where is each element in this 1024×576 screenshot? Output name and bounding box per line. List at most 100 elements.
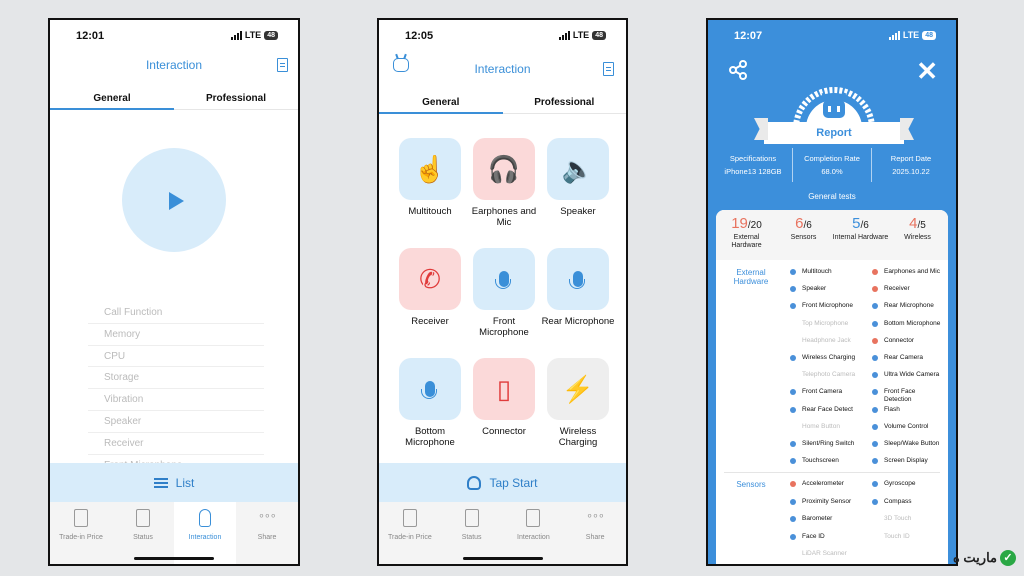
signal-bars-icon	[558, 30, 570, 40]
microphone-icon	[399, 358, 461, 420]
signal-indicator: LTE 48	[888, 30, 936, 40]
test-label: Front Microphone	[479, 316, 529, 338]
close-icon[interactable]: ✕	[916, 56, 938, 87]
score-total: /5	[917, 220, 926, 231]
status-dot-icon	[790, 458, 796, 465]
test-result-item: Top Microphone	[790, 320, 872, 337]
test-connector[interactable]: ▯ Connector	[467, 358, 541, 448]
test-result-item: Speaker	[790, 285, 872, 302]
status-dot-icon	[790, 424, 796, 430]
score-got: 6	[795, 215, 804, 232]
home-indicator	[134, 557, 214, 560]
list-item[interactable]: Receiver	[88, 433, 264, 455]
report-ribbon: Report	[764, 122, 904, 144]
more-icon	[258, 509, 276, 527]
test-result-item: Front Face Detection	[872, 388, 944, 405]
more-icon	[586, 509, 604, 527]
test-result-item: Connector	[872, 337, 944, 354]
test-label: Speaker	[560, 206, 596, 217]
tabbar-item-status[interactable]: Status	[112, 502, 174, 564]
list-item[interactable]: CPU	[88, 346, 264, 368]
score-label: Sensors	[790, 234, 817, 241]
test-result-name: Sleep/Wake Button	[884, 439, 940, 447]
list-item[interactable]: Vibration	[88, 389, 264, 411]
test-label: Rear Microphone	[541, 316, 615, 327]
tap-icon	[467, 476, 482, 490]
tabbar-item-interaction[interactable]: Interaction	[174, 502, 236, 564]
check-icon: ✓	[1000, 550, 1016, 566]
spec-cell: Specifications iPhone13 128GB	[714, 148, 792, 182]
test-result-item: 3D Touch	[872, 515, 944, 533]
date-label: Report Date	[890, 154, 932, 163]
test-rear-microphone[interactable]: Rear Microphone	[541, 248, 615, 338]
tabbar-item-interaction[interactable]: Interaction	[503, 502, 565, 564]
score-total: /20	[747, 220, 762, 231]
test-speaker[interactable]: 🔈 Speaker	[541, 138, 615, 228]
watermark-logo: ماریت ه ✓	[953, 550, 1016, 566]
tab-professional[interactable]: Professional	[503, 94, 627, 113]
tab-general[interactable]: General	[379, 94, 503, 114]
list-item[interactable]: Speaker	[88, 411, 264, 433]
tab-general[interactable]: General	[50, 90, 174, 110]
score-label: Internal Hardware	[832, 234, 889, 241]
play-button[interactable]	[122, 148, 226, 252]
test-result-name: Barometer	[802, 515, 833, 522]
test-result-name: Ultra Wide Camera	[884, 371, 940, 379]
test-result-item: Home Button	[790, 423, 872, 440]
price-tag-icon	[402, 509, 417, 527]
status-dot-icon	[790, 269, 796, 275]
document-icon[interactable]	[277, 58, 288, 72]
tabbar-item-share[interactable]: Share	[236, 502, 298, 564]
test-label: Multitouch	[408, 206, 452, 217]
section-label: External Hardware	[733, 268, 769, 286]
status-dot-icon	[872, 498, 878, 505]
tabbar-label: Interaction	[188, 534, 222, 541]
status-dot-icon	[790, 498, 796, 505]
tab-professional[interactable]: Professional	[174, 90, 298, 109]
phone-screen-general-grid: 12:05 LTE 48 Interaction General Professi…	[377, 18, 628, 566]
list-item[interactable]: Memory	[88, 324, 264, 346]
test-result-item: Front Microphone	[790, 302, 872, 319]
status-dot-icon	[790, 303, 796, 310]
test-front-microphone[interactable]: Front Microphone	[467, 248, 541, 338]
touch-icon	[526, 509, 541, 527]
tabbar-label: Share	[585, 534, 605, 541]
test-receiver[interactable]: ✆ Receiver	[393, 248, 467, 338]
status-dot-icon	[872, 440, 878, 447]
score-got: 4	[909, 215, 918, 232]
score-item: 5/6 Internal Hardware	[832, 216, 889, 260]
status-dot-icon	[790, 533, 796, 540]
test-result-name: 3D Touch	[884, 515, 912, 522]
test-result-item: Telephoto Camera	[790, 371, 872, 388]
tabbar-item-trade-in[interactable]: Trade-in Price	[50, 502, 112, 564]
score-label: Wireless	[904, 234, 931, 241]
status-dot-icon	[872, 354, 878, 361]
tabbar-label: Status	[133, 534, 153, 541]
page-title: Interaction	[145, 58, 203, 72]
test-result-item: Wireless Charging	[790, 354, 872, 371]
headset-icon: 🎧	[473, 138, 535, 200]
test-earphones[interactable]: 🎧 Earphones and Mic	[467, 138, 541, 228]
test-result-name: Top Microphone	[802, 319, 849, 327]
status-dot-icon	[872, 286, 878, 293]
tabbar-item-share[interactable]: Share	[564, 502, 626, 564]
status-dot-icon	[790, 338, 796, 344]
score-item: 19/20 External Hardware	[718, 216, 775, 260]
share-icon[interactable]	[728, 60, 748, 80]
tap-start-button[interactable]: Tap Start	[379, 463, 626, 503]
test-result-item: Touch ID	[872, 533, 944, 551]
list-item[interactable]: Storage	[88, 367, 264, 390]
test-result-item: Ultra Wide Camera	[872, 371, 944, 388]
document-icon[interactable]	[603, 62, 614, 76]
test-result-item: Earphones and Mic	[872, 268, 944, 285]
list-button[interactable]: List	[50, 463, 298, 503]
list-item[interactable]: Call Function	[88, 302, 264, 324]
test-bottom-microphone[interactable]: Bottom Microphone	[393, 358, 467, 448]
test-wireless-charging[interactable]: ⚡ Wireless Charging	[541, 358, 615, 448]
network-label: LTE	[902, 30, 920, 40]
test-multitouch[interactable]: ☝ Multitouch	[393, 138, 467, 228]
test-result-name: Earphones and Mic	[884, 268, 941, 275]
tabbar-item-status[interactable]: Status	[441, 502, 503, 564]
tabbar-item-trade-in[interactable]: Trade-in Price	[379, 502, 441, 564]
signal-indicator: LTE 48	[230, 30, 278, 40]
